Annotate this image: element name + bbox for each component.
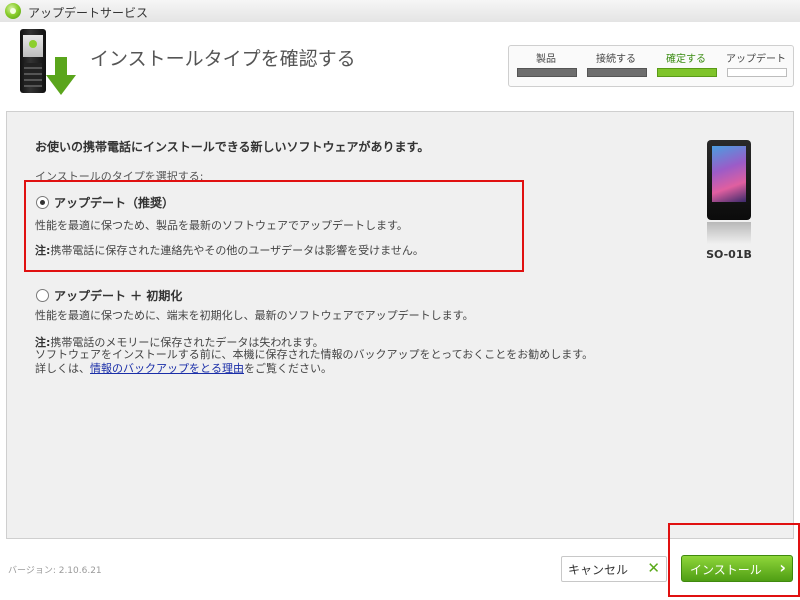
phone-download-icon [20,29,76,99]
step-confirm: 確定する [655,46,717,86]
device-name: SO-01B [706,248,752,261]
more-info-prefix: 詳しくは、 [35,362,90,375]
app-logo-icon [5,3,21,19]
backup-reason-link[interactable]: 情報のバックアップをとる理由 [90,362,244,375]
step-label: アップデート [726,54,786,65]
close-icon: ✕ [647,559,660,577]
version-label: バージョン: 2.10.6.21 [8,566,102,576]
selected-option-highlight [24,180,524,272]
step-label: 接続する [596,54,636,65]
step-label: 製品 [536,54,556,65]
title-bar: アップデートサービス [0,0,800,23]
option-reset-title[interactable]: アップデート ＋ 初期化 [54,287,182,304]
step-update: アップデート [725,46,787,86]
header: インストールタイプを確認する 製品 接続する 確定する アップデート [0,22,800,104]
step-bar [587,68,647,77]
step-bar [517,68,577,77]
step-bar [657,68,717,77]
step-product: 製品 [515,46,577,86]
intro-text: お使いの携帯電話にインストールできる新しいソフトウェアがあります。 [35,140,430,154]
install-type-panel: お使いの携帯電話にインストールできる新しいソフトウェアがあります。 インストール… [6,111,794,539]
install-button-highlight [668,523,800,597]
progress-steps: 製品 接続する 確定する アップデート [508,45,794,87]
backup-recommendation: ソフトウェアをインストールする前に、本機に保存された情報のバックアップをとってお… [35,348,594,361]
backup-more-info: 詳しくは、情報のバックアップをとる理由をご覧ください。 [35,362,332,376]
more-info-suffix: をご覧ください。 [244,362,332,375]
step-label: 確定する [666,54,706,65]
device-image [705,140,753,250]
option-reset-description: 性能を最適に保つために、端末を初期化し、最新のソフトウェアでアップデートします。 [35,309,474,322]
window-title: アップデートサービス [28,6,149,20]
cancel-button[interactable]: キャンセル ✕ [561,556,667,582]
cancel-label: キャンセル [568,563,629,577]
page-title: インストールタイプを確認する [90,48,356,70]
step-bar [727,68,787,77]
step-connect: 接続する [585,46,647,86]
radio-update-reset[interactable] [36,289,49,302]
